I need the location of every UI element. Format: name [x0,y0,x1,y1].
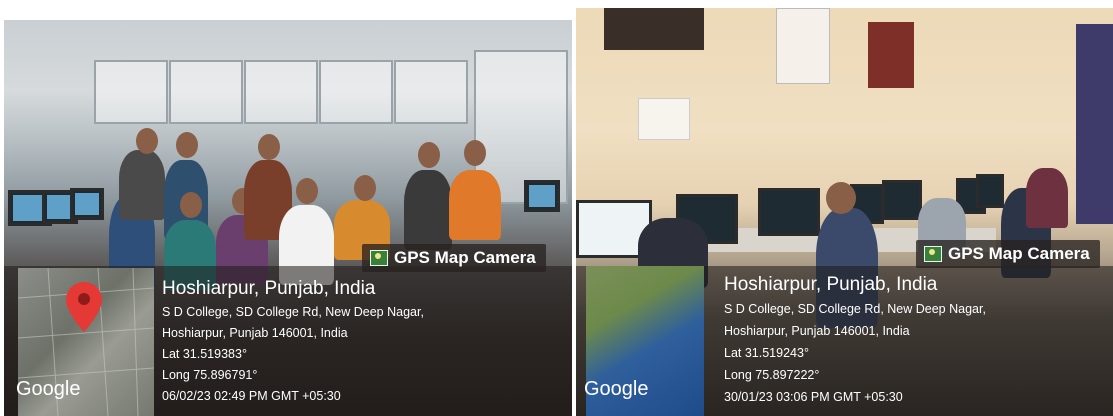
timestamp: 30/01/23 03:06 PM GMT +05:30 [724,390,903,404]
computer-lab-photo: GPS Map Camera Google Hoshiarpur, Punjab… [576,8,1113,416]
latitude: Lat 31.519383° [162,347,247,361]
wall-poster [776,8,830,84]
google-logo: Google [16,378,81,400]
address-line-2: Hoshiarpur, Punjab 146001, India [724,324,910,338]
wall-poster [868,22,914,88]
person [449,170,501,240]
person [404,170,452,250]
computer-monitor [976,174,1004,208]
person [119,150,165,220]
group-photo: GPS Map Camera Google Hoshiarpur, Punjab… [4,20,572,416]
person-head [418,142,440,168]
person [1026,168,1068,228]
google-logo: Google [584,378,649,400]
address-line-1: S D College, SD College Rd, New Deep Nag… [162,305,424,319]
map-icon [924,246,942,262]
person-head [826,182,856,214]
person-head [296,178,318,204]
wall-switchboard [638,98,690,140]
window [244,60,318,124]
wall-poster [604,8,704,50]
longitude: Long 75.896791° [162,368,258,382]
window [394,60,468,124]
location-title: Hoshiarpur, Punjab, India [162,278,376,299]
person-head [464,140,486,166]
location-pin-icon [66,282,102,332]
map-icon [370,250,388,266]
person-head [136,128,158,154]
computer-monitor [758,188,820,236]
person-head [180,192,202,218]
window [319,60,393,124]
longitude: Long 75.897222° [724,368,820,382]
gps-label: GPS Map Camera [948,244,1090,263]
gps-label: GPS Map Camera [394,248,536,267]
gps-map-camera-badge: GPS Map Camera [916,240,1100,268]
window [94,60,168,124]
window [169,60,243,124]
timestamp: 06/02/23 02:49 PM GMT +05:30 [162,389,341,403]
computer-monitor [882,180,922,220]
latitude: Lat 31.519243° [724,346,809,360]
person-head [258,134,280,160]
address-line-1: S D College, SD College Rd, New Deep Nag… [724,302,986,316]
person-head [354,175,376,201]
person-head [176,132,198,158]
window-curtain [1076,24,1113,224]
address-line-2: Hoshiarpur, Punjab 146001, India [162,326,348,340]
gps-map-camera-badge: GPS Map Camera [362,244,546,272]
computer-monitor [524,180,560,212]
location-title: Hoshiarpur, Punjab, India [724,274,938,295]
computer-monitor [70,188,104,220]
